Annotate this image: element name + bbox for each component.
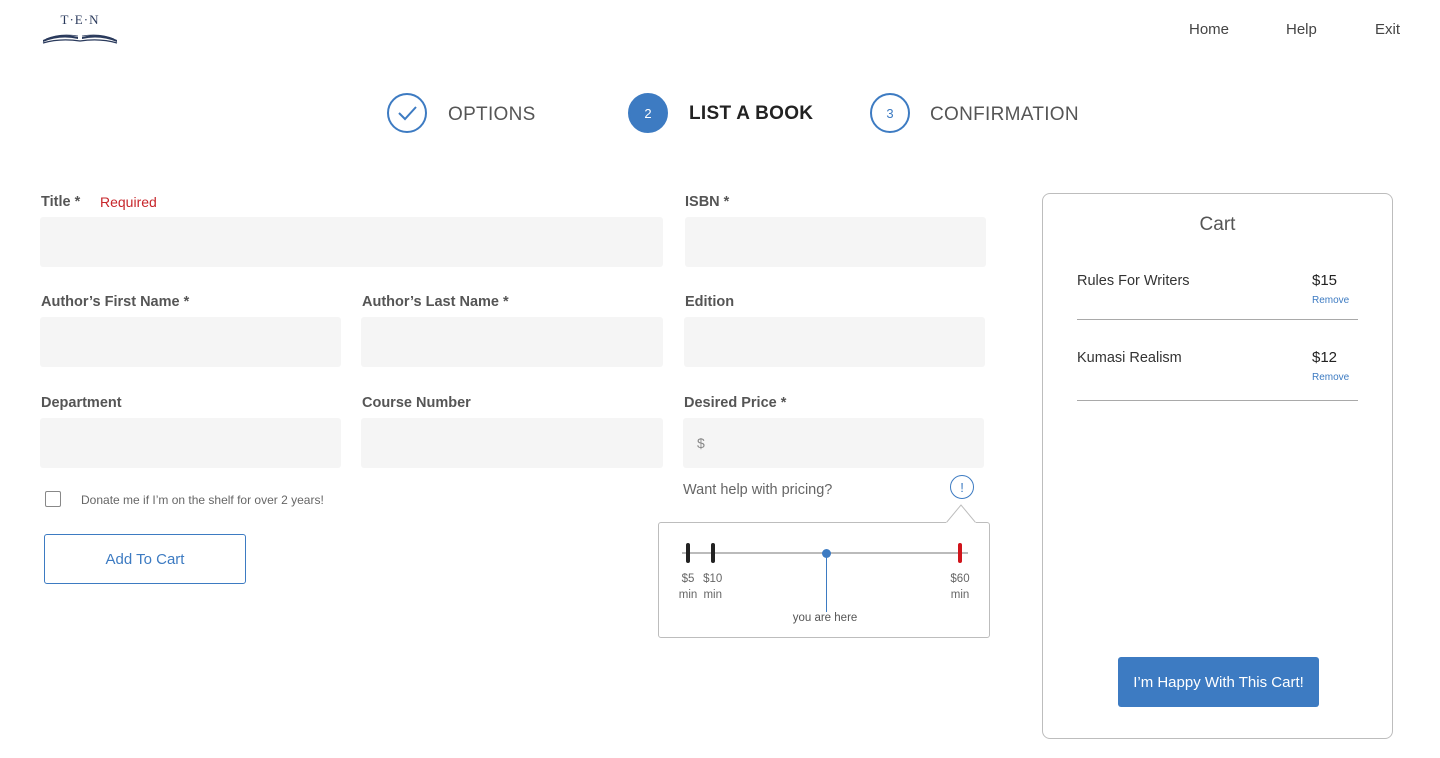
title-input[interactable]	[40, 217, 663, 267]
donate-checkbox[interactable]	[45, 491, 61, 507]
price-marker-tick	[710, 543, 715, 563]
title-field[interactable]	[40, 217, 663, 267]
price-marker-value: $10	[703, 573, 723, 585]
isbn-label: ISBN *	[685, 194, 730, 210]
logo[interactable]: T·E·N	[40, 12, 120, 46]
author-first-input[interactable]	[40, 317, 341, 367]
price-marker-tick	[686, 543, 690, 563]
cart-divider	[1077, 400, 1358, 401]
price-label: Desired Price *	[684, 395, 787, 411]
step-confirmation-label: CONFIRMATION	[930, 104, 1079, 125]
cart-item-name: Rules For Writers	[1077, 273, 1190, 289]
step-list-book-number: 2	[628, 93, 668, 133]
author-last-input[interactable]	[361, 317, 663, 367]
author-first-field[interactable]	[40, 317, 341, 367]
author-first-label: Author’s First Name *	[41, 294, 190, 310]
price-marker-sub: min	[950, 589, 970, 601]
course-number-input[interactable]	[361, 418, 663, 468]
isbn-input[interactable]	[685, 217, 986, 267]
price-marker-label: $10 min	[693, 571, 733, 603]
step-options-check-icon	[387, 93, 427, 133]
price-marker-tick	[958, 543, 962, 563]
edition-input[interactable]	[684, 317, 985, 367]
open-book-icon	[42, 34, 118, 44]
price-marker-sub: min	[703, 589, 722, 601]
cart-item-remove[interactable]: Remove	[1312, 295, 1349, 306]
price-field[interactable]: $	[683, 418, 984, 468]
cart-item-remove[interactable]: Remove	[1312, 372, 1349, 383]
add-to-cart-button[interactable]: Add To Cart	[44, 534, 246, 584]
department-field[interactable]	[40, 418, 341, 468]
edition-field[interactable]	[684, 317, 985, 367]
price-pointer-label: you are here	[792, 612, 858, 624]
pricing-help-question: Want help with pricing?	[683, 482, 833, 498]
donate-label: Donate me if I’m on the shelf for over 2…	[81, 493, 324, 507]
edition-label: Edition	[685, 294, 735, 310]
price-prefix: $	[697, 435, 705, 451]
cart-title: Cart	[1199, 214, 1236, 235]
department-input[interactable]	[40, 418, 341, 468]
price-marker-value: $60	[950, 573, 970, 585]
step-options-label: OPTIONS	[448, 104, 536, 125]
author-last-field[interactable]	[361, 317, 663, 367]
title-error: Required	[100, 194, 157, 210]
step-confirmation-number: 3	[870, 93, 910, 133]
cart-item-price: $12	[1312, 349, 1338, 366]
department-label: Department	[41, 395, 122, 411]
cart-item-price: $15	[1312, 272, 1338, 289]
author-last-label: Author’s Last Name *	[362, 294, 509, 310]
price-pointer-line	[825, 557, 828, 612]
nav-exit[interactable]: Exit	[1375, 21, 1400, 38]
checkout-button[interactable]: I’m Happy With This Cart!	[1118, 657, 1319, 707]
price-marker-label: $60 min	[940, 571, 980, 603]
cart-divider	[1077, 319, 1358, 320]
nav-help[interactable]: Help	[1286, 21, 1317, 38]
cart-item-name: Kumasi Realism	[1077, 350, 1182, 366]
course-number-label: Course Number	[362, 395, 471, 411]
info-icon[interactable]: !	[950, 475, 974, 499]
price-input[interactable]	[683, 418, 984, 468]
nav-home[interactable]: Home	[1189, 21, 1229, 38]
course-number-field[interactable]	[361, 418, 663, 468]
step-list-book-label: LIST A BOOK	[689, 103, 814, 124]
title-label: Title *	[41, 194, 81, 210]
isbn-field[interactable]	[685, 217, 986, 267]
popover-arrow	[946, 504, 976, 524]
